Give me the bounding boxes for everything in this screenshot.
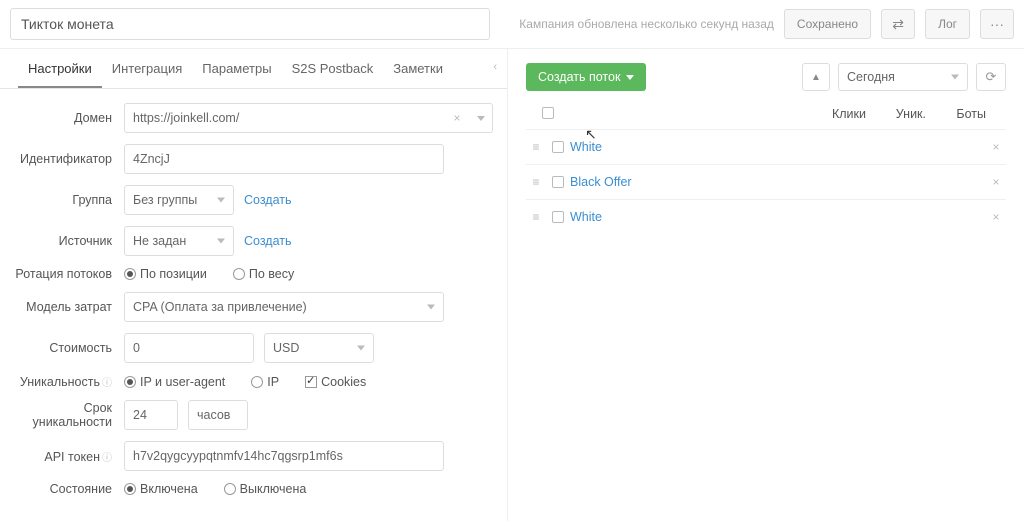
- group-create-link[interactable]: Создать: [244, 193, 292, 207]
- main: Настройки Интеграция Параметры S2S Postb…: [0, 49, 1024, 521]
- col-bots: Боты: [926, 107, 986, 121]
- domain-input[interactable]: [124, 103, 445, 133]
- date-range-select[interactable]: Сегодня: [838, 63, 968, 91]
- id-label: Идентификатор: [14, 152, 124, 166]
- currency-select[interactable]: USD: [264, 333, 374, 363]
- cost-input[interactable]: [124, 333, 254, 363]
- select-all-checkbox[interactable]: [542, 107, 554, 119]
- source-value: Не задан: [133, 234, 186, 248]
- right-panel: Создать поток ▲ Сегодня ⟳ Клики Уник. Бо…: [508, 49, 1024, 521]
- flows-header: Клики Уник. Боты: [526, 103, 1006, 129]
- currency-value: USD: [273, 341, 299, 355]
- uniq-cookies-check[interactable]: Cookies: [305, 375, 366, 389]
- cost-model-value: CPA (Оплата за привлечение): [133, 300, 307, 314]
- topbar: Кампания обновлена несколько секунд наза…: [0, 0, 1024, 49]
- create-flow-button[interactable]: Создать поток: [526, 63, 646, 91]
- delete-icon[interactable]: ×: [986, 210, 1006, 224]
- delete-icon[interactable]: ×: [986, 175, 1006, 189]
- state-label: Состояние: [14, 482, 124, 496]
- chevron-down-icon[interactable]: [469, 103, 493, 133]
- help-icon[interactable]: ⓘ: [102, 378, 112, 389]
- cost-model-select[interactable]: CPA (Оплата за привлечение): [124, 292, 444, 322]
- date-range-value: Сегодня: [847, 70, 895, 84]
- more-icon[interactable]: ···: [980, 9, 1014, 39]
- tab-s2s[interactable]: S2S Postback: [282, 49, 384, 88]
- uniq-ttl-label: Срок уникальности: [14, 401, 124, 429]
- log-button[interactable]: Лог: [925, 9, 970, 39]
- help-icon[interactable]: ⓘ: [102, 453, 112, 464]
- right-toolbar: Создать поток ▲ Сегодня ⟳: [526, 63, 1006, 91]
- group-select[interactable]: Без группы: [124, 185, 234, 215]
- left-panel: Настройки Интеграция Параметры S2S Postb…: [0, 49, 508, 521]
- domain-label: Домен: [14, 111, 124, 125]
- flows-list: ≡ White × ≡ Black Offer × ≡ White ×: [526, 129, 1006, 234]
- tab-notes[interactable]: Заметки: [383, 49, 453, 88]
- uniq-ip-radio[interactable]: IP: [251, 375, 279, 389]
- flow-checkbox[interactable]: [552, 176, 564, 188]
- refresh-icon[interactable]: ⟳: [976, 63, 1006, 91]
- source-select[interactable]: Не задан: [124, 226, 234, 256]
- saved-button[interactable]: Сохранено: [784, 9, 871, 39]
- delete-icon[interactable]: ×: [986, 140, 1006, 154]
- uniq-ip-ua-radio[interactable]: IP и user-agent: [124, 375, 225, 389]
- rotation-weight-radio[interactable]: По весу: [233, 267, 294, 281]
- col-unique: Уник.: [866, 107, 926, 121]
- clear-icon[interactable]: ×: [445, 103, 469, 133]
- col-clicks: Клики: [806, 107, 866, 121]
- link-icon[interactable]: ⇄: [881, 9, 915, 39]
- source-create-link[interactable]: Создать: [244, 234, 292, 248]
- source-label: Источник: [14, 234, 124, 248]
- settings-form: Домен × Идентификатор Группа: [0, 89, 507, 496]
- rotation-position-radio[interactable]: По позиции: [124, 267, 207, 281]
- collapse-up-icon[interactable]: ▲: [802, 63, 830, 91]
- cost-label: Стоимость: [14, 341, 124, 355]
- group-value: Без группы: [133, 193, 197, 207]
- tab-settings[interactable]: Настройки: [18, 49, 102, 88]
- drag-handle-icon[interactable]: ≡: [526, 175, 546, 189]
- api-label: API токенⓘ: [14, 449, 124, 464]
- drag-handle-icon[interactable]: ≡: [526, 140, 546, 154]
- flow-checkbox[interactable]: [552, 141, 564, 153]
- state-on-radio[interactable]: Включена: [124, 482, 198, 496]
- updated-text: Кампания обновлена несколько секунд наза…: [519, 17, 774, 31]
- flow-name-link[interactable]: White: [570, 140, 806, 154]
- flow-checkbox[interactable]: [552, 211, 564, 223]
- drag-handle-icon[interactable]: ≡: [526, 210, 546, 224]
- topbar-right: Кампания обновлена несколько секунд наза…: [519, 9, 1014, 39]
- tab-parameters[interactable]: Параметры: [192, 49, 281, 88]
- flow-row: ≡ White ×: [526, 199, 1006, 234]
- uniq-label: Уникальностьⓘ: [14, 374, 124, 389]
- flow-row: ≡ White ×: [526, 129, 1006, 164]
- chevron-down-icon: [626, 75, 634, 80]
- flow-name-link[interactable]: Black Offer: [570, 175, 806, 189]
- tabs: Настройки Интеграция Параметры S2S Postb…: [0, 49, 507, 89]
- id-input[interactable]: [124, 144, 444, 174]
- state-off-radio[interactable]: Выключена: [224, 482, 307, 496]
- flow-row: ≡ Black Offer ×: [526, 164, 1006, 199]
- campaign-title-input[interactable]: [10, 8, 490, 40]
- uniq-ttl-unit: [188, 400, 248, 430]
- close-icon[interactable]: ‹: [493, 61, 497, 73]
- cost-model-label: Модель затрат: [14, 300, 124, 314]
- api-token-input[interactable]: [124, 441, 444, 471]
- rotation-label: Ротация потоков: [14, 267, 124, 281]
- group-label: Группа: [14, 193, 124, 207]
- tab-integration[interactable]: Интеграция: [102, 49, 193, 88]
- flow-name-link[interactable]: White: [570, 210, 806, 224]
- uniq-ttl-input[interactable]: [124, 400, 178, 430]
